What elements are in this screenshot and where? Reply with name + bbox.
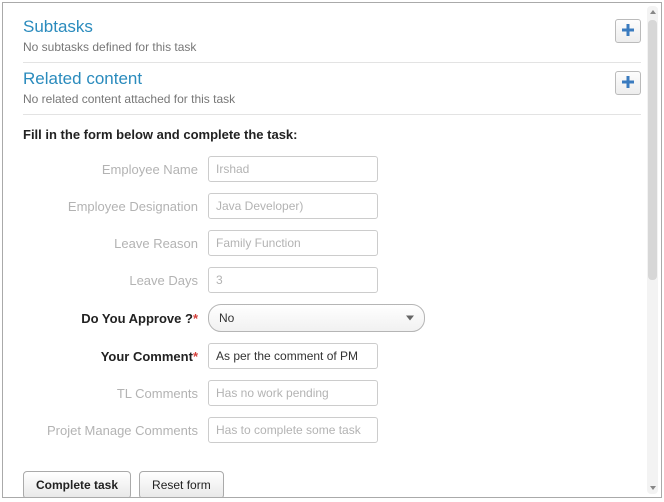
employee-name-field <box>208 156 378 182</box>
related-content-section: Related content No related content attac… <box>23 63 641 115</box>
required-marker: * <box>193 349 198 364</box>
tl-comments-field <box>208 380 378 406</box>
approve-select[interactable]: No <box>208 304 425 332</box>
pm-comments-field <box>208 417 378 443</box>
chevron-up-icon <box>650 10 656 14</box>
reset-form-button[interactable]: Reset form <box>139 471 224 497</box>
add-subtask-button[interactable] <box>615 19 641 43</box>
complete-task-button[interactable]: Complete task <box>23 471 131 497</box>
plus-icon <box>621 23 635 40</box>
subtasks-subtitle: No subtasks defined for this task <box>23 40 641 54</box>
label-employee-designation: Employee Designation <box>23 199 208 214</box>
subtasks-section: Subtasks No subtasks defined for this ta… <box>23 11 641 63</box>
label-tl-comments: TL Comments <box>23 386 208 401</box>
label-employee-name: Employee Name <box>23 162 208 177</box>
leave-reason-field <box>208 230 378 256</box>
label-leave-days: Leave Days <box>23 273 208 288</box>
form-header: Fill in the form below and complete the … <box>23 127 641 142</box>
scroll-down-button[interactable] <box>647 482 658 494</box>
label-approve: Do You Approve ?* <box>23 311 208 326</box>
required-marker: * <box>193 311 198 326</box>
chevron-down-icon <box>406 316 414 321</box>
related-title: Related content <box>23 69 641 89</box>
leave-days-field <box>208 267 378 293</box>
approve-select-value: No <box>219 311 234 325</box>
label-your-comment: Your Comment* <box>23 349 208 364</box>
employee-designation-field <box>208 193 378 219</box>
plus-icon <box>621 75 635 92</box>
scrollbar-thumb[interactable] <box>648 20 657 280</box>
label-leave-reason: Leave Reason <box>23 236 208 251</box>
scrollbar[interactable] <box>647 6 658 494</box>
label-pm-comments: Projet Manage Comments <box>23 423 208 438</box>
add-related-content-button[interactable] <box>615 71 641 95</box>
chevron-down-icon <box>650 486 656 490</box>
subtasks-title: Subtasks <box>23 17 641 37</box>
your-comment-field[interactable] <box>208 343 378 369</box>
scroll-up-button[interactable] <box>647 6 658 18</box>
related-subtitle: No related content attached for this tas… <box>23 92 641 106</box>
